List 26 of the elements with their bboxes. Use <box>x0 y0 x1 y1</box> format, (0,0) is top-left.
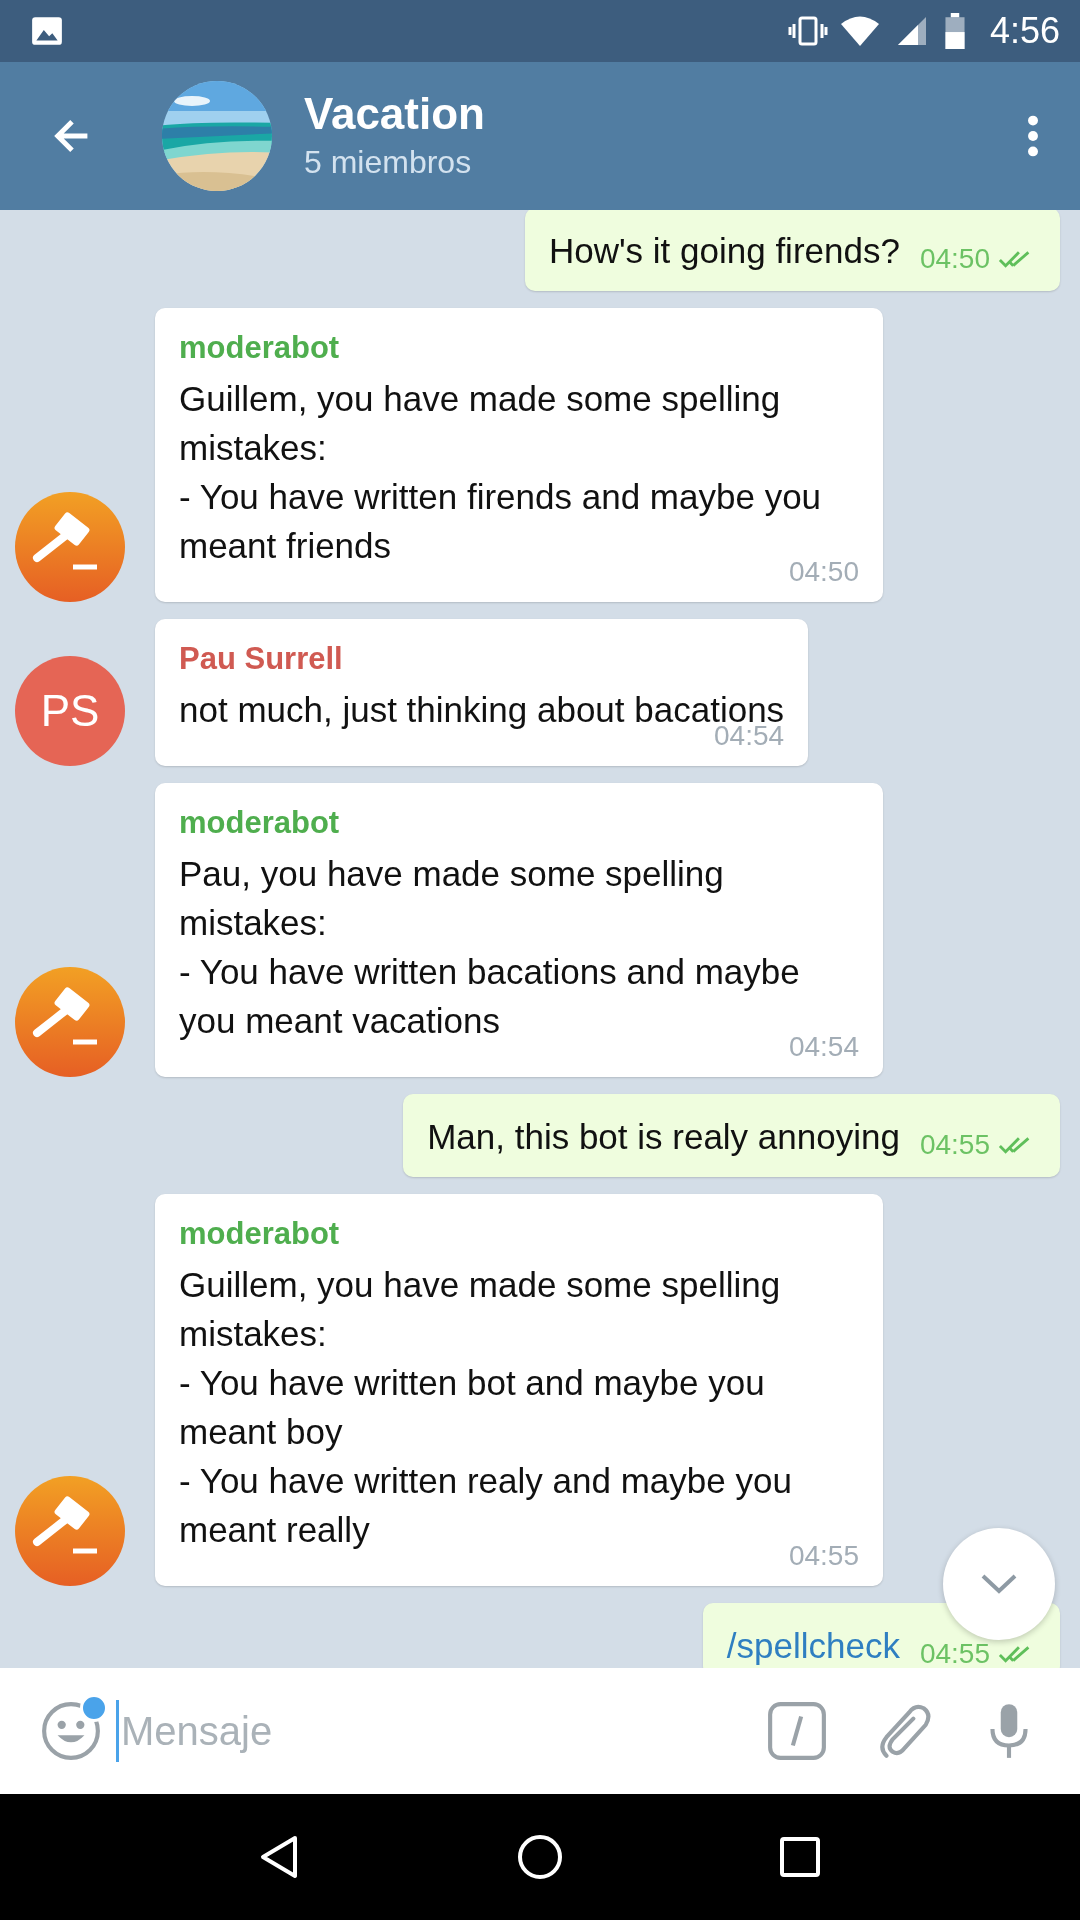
more-options-icon[interactable] <box>1026 114 1040 158</box>
gavel-avatar-icon <box>15 1476 125 1586</box>
sender-name: Pau Surrell <box>179 640 344 678</box>
gavel-avatar-icon <box>15 967 125 1077</box>
sender-name: moderabot <box>179 804 341 842</box>
wifi-icon <box>839 15 880 47</box>
message-text: Man, this bot is realy annoying <box>427 1116 900 1158</box>
message-time: 04:55 <box>919 1129 990 1161</box>
user-avatar: PS <box>15 656 125 766</box>
chevron-down-icon <box>979 1572 1019 1596</box>
member-count: 5 miembros <box>304 143 473 182</box>
message-time: 04:50 <box>919 243 990 275</box>
vibrate-icon <box>787 15 828 47</box>
command-link[interactable]: /spellcheck <box>726 1621 900 1668</box>
slash-command-icon[interactable] <box>766 1700 828 1762</box>
image-icon <box>30 14 64 48</box>
home-circle-icon[interactable] <box>515 1832 565 1882</box>
clock-time: 4:56 <box>989 10 1060 52</box>
chat-title: Vacation <box>304 88 486 140</box>
sender-name: moderabot <box>179 329 341 367</box>
smiley-icon[interactable] <box>40 1700 102 1762</box>
battery-icon <box>943 13 966 49</box>
sender-name: moderabot <box>179 1215 341 1253</box>
message-text: How's it going firends? <box>548 230 900 272</box>
gavel-avatar-icon <box>15 492 125 602</box>
message-time: 04:55 <box>919 1638 990 1668</box>
